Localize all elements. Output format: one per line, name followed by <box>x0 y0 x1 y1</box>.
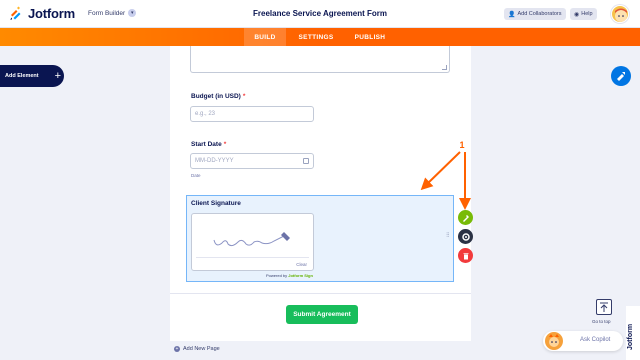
arrow-up-icon <box>600 302 608 312</box>
tab-publish-label: PUBLISH <box>354 33 386 41</box>
gear-icon <box>461 232 470 241</box>
tab-settings[interactable]: SETTINGS <box>290 28 342 46</box>
start-date-placeholder: MM-DD-YYYY <box>195 158 234 164</box>
tab-build-label: BUILD <box>254 33 276 41</box>
plus-icon: + <box>174 346 180 352</box>
tab-publish[interactable]: PUBLISH <box>346 28 394 46</box>
brand-name: Jotform <box>28 5 75 21</box>
add-element-button[interactable]: Add Element + <box>0 65 64 87</box>
add-new-page-button[interactable]: + Add New Page <box>174 346 220 352</box>
jotform-logo[interactable]: Jotform <box>8 5 75 21</box>
trash-icon <box>463 252 468 259</box>
side-brand-text: Jotform <box>627 323 634 350</box>
copilot-avatar-icon <box>545 332 563 350</box>
submit-agreement-button[interactable]: Submit Agreement <box>286 305 358 324</box>
add-collaborators-button[interactable]: 👤 Add Collaborators <box>504 8 566 20</box>
form-designer-button[interactable] <box>611 66 631 86</box>
delete-button[interactable] <box>458 248 473 263</box>
client-signature-field[interactable]: Client Signature Clear Powered by Jotfor… <box>186 195 454 282</box>
paint-icon <box>462 214 469 222</box>
start-date-input[interactable]: MM-DD-YYYY <box>190 153 314 169</box>
user-plus-icon: 👤 <box>508 11 516 18</box>
divider <box>170 293 471 294</box>
required-asterisk: * <box>223 141 227 148</box>
ask-copilot-button[interactable]: Ask Copilot <box>543 331 623 351</box>
budget-label: Budget (in USD) * <box>191 93 245 100</box>
budget-placeholder: e.g., 23 <box>195 111 216 117</box>
help-label: Help <box>581 11 593 17</box>
powered-by-text: Powered by Jotform Sign <box>266 273 313 278</box>
budget-label-text: Budget (in USD) <box>191 93 241 100</box>
budget-input[interactable]: e.g., 23 <box>190 106 314 122</box>
add-new-page-label: Add New Page <box>183 346 220 352</box>
properties-button[interactable] <box>458 210 473 225</box>
clear-signature-button[interactable]: Clear <box>296 262 307 267</box>
form-canvas: Budget (in USD) * e.g., 23 Start Date * MM… <box>170 46 471 341</box>
form-builder-label: Form Builder <box>88 9 126 17</box>
drag-handle-icon[interactable]: ⁝⁝ <box>446 232 452 239</box>
help-button[interactable]: ◉ Help <box>570 8 597 20</box>
calendar-icon[interactable] <box>303 158 309 164</box>
go-to-top-button[interactable] <box>596 299 612 315</box>
signature-pad[interactable]: Clear <box>191 213 314 271</box>
tab-build[interactable]: BUILD <box>244 28 286 46</box>
add-element-label: Add Element <box>5 73 39 79</box>
go-to-top-label: Go to top <box>592 319 611 324</box>
client-signature-label: Client Signature <box>191 200 241 207</box>
paint-roller-icon <box>617 72 625 81</box>
start-date-sublabel: Date <box>191 173 201 178</box>
resize-handle-icon[interactable] <box>442 65 447 70</box>
avatar-icon <box>615 8 627 22</box>
signature-baseline <box>196 257 309 258</box>
settings-button[interactable] <box>458 229 473 244</box>
add-collaborators-label: Add Collaborators <box>517 11 562 17</box>
plus-icon: + <box>54 69 62 82</box>
start-date-label-text: Start Date <box>191 141 222 148</box>
powered-brand: Jotform Sign <box>288 273 313 278</box>
builder-nav: BUILD SETTINGS PUBLISH <box>0 28 640 46</box>
ask-copilot-label: Ask Copilot <box>580 337 611 343</box>
top-header: Jotform Form Builder ▾ Freelance Service… <box>0 0 640 28</box>
form-title[interactable]: Freelance Service Agreement Form <box>253 9 387 18</box>
form-builder-menu[interactable]: Form Builder ▾ <box>88 9 137 17</box>
jotform-logo-icon <box>10 6 21 20</box>
tab-settings-label: SETTINGS <box>298 33 334 41</box>
powered-prefix: Powered by <box>266 273 288 278</box>
avatar[interactable] <box>611 5 629 23</box>
chevron-down-icon: ▾ <box>128 9 137 17</box>
start-date-label: Start Date * <box>191 141 226 148</box>
required-asterisk: * <box>242 93 246 100</box>
previous-textarea[interactable] <box>190 46 450 73</box>
help-icon: ◉ <box>574 11 580 18</box>
